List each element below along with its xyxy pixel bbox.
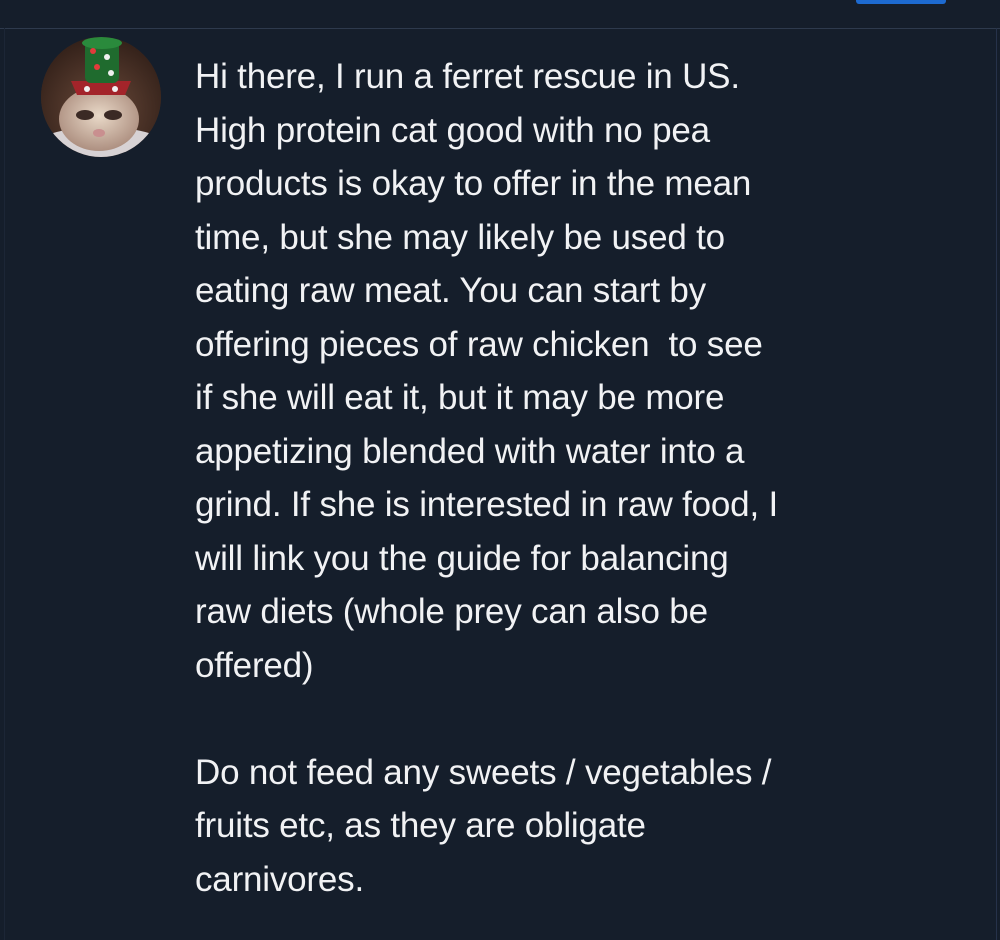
left-divider (4, 28, 5, 940)
comment-paragraph: Hi there, I run a ferret rescue in US. H… (195, 57, 779, 685)
avatar[interactable] (41, 37, 161, 157)
top-tab-indicator (856, 0, 946, 4)
ferret-avatar-icon (41, 37, 161, 157)
comment-body: Hi there, I run a ferret rescue in US. H… (195, 50, 965, 906)
right-divider (996, 28, 997, 940)
top-divider (0, 28, 1000, 29)
comment-paragraph: Do not feed any sweets / vegetables / fr… (195, 752, 772, 899)
